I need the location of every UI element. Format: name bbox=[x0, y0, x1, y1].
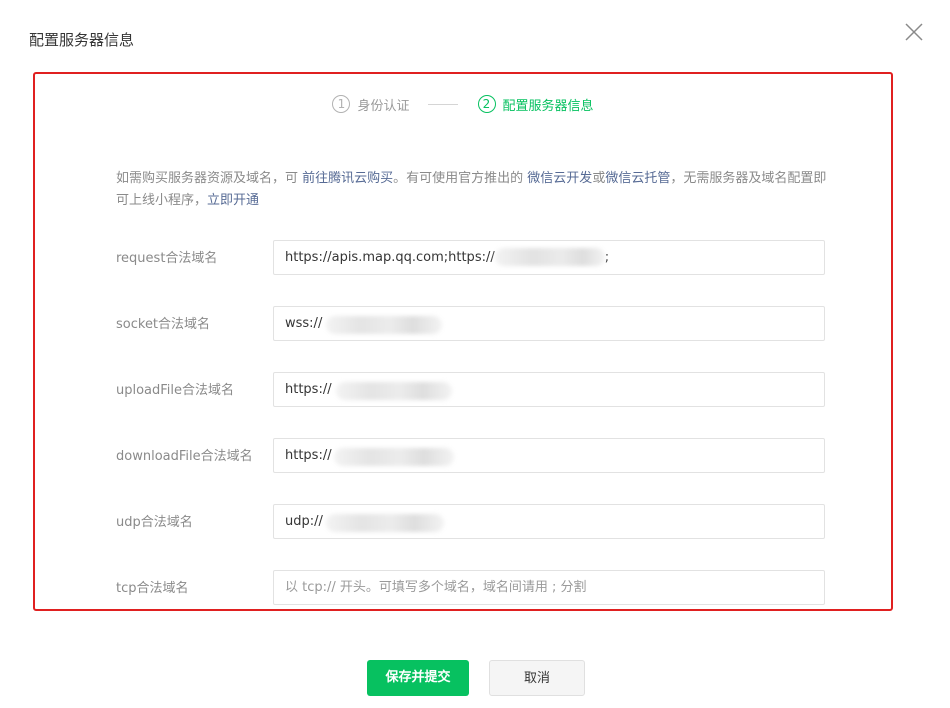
step-divider bbox=[427, 103, 458, 105]
step-indicator: 1 身份认证 2 配置服务器信息 bbox=[35, 92, 891, 116]
field-label: tcp合法域名 bbox=[116, 581, 189, 596]
field-label: downloadFile合法域名 bbox=[116, 449, 253, 464]
field-value: https://apis.map.qq.com;https://; bbox=[285, 241, 609, 274]
field-value: wss:// bbox=[285, 316, 323, 331]
field-label: request合法域名 bbox=[116, 251, 218, 266]
cancel-button[interactable]: 取消 bbox=[489, 660, 585, 696]
step-label: 身份认证 bbox=[357, 98, 410, 114]
intro-text: 如需购买服务器资源及域名，可 前往腾讯云购买。有可使用官方推出的 微信云开发或微… bbox=[116, 168, 836, 212]
field-value: https:// bbox=[285, 382, 332, 397]
uploadfile-domain-input[interactable]: https:// bbox=[273, 372, 825, 407]
field-value-suffix: ; bbox=[604, 250, 610, 265]
intro-text-part: 如需购买服务器资源及域名，可 bbox=[116, 171, 303, 186]
step-number: 1 bbox=[332, 95, 351, 113]
dialog-title: 配置服务器信息 bbox=[29, 31, 135, 49]
save-submit-button[interactable]: 保存并提交 bbox=[367, 660, 469, 696]
step-identity: 1 身份认证 bbox=[332, 95, 410, 114]
field-placeholder: 以 tcp:// 开头。可填写多个域名，域名间请用 ; 分割 bbox=[285, 580, 587, 595]
udp-domain-input[interactable]: udp:// bbox=[273, 504, 825, 539]
tcp-domain-row: tcp合法域名 以 tcp:// 开头。可填写多个域名，域名间请用 ; 分割 bbox=[35, 570, 891, 606]
downloadfile-domain-input[interactable]: https:// bbox=[273, 438, 825, 473]
udp-domain-row: udp合法域名 udp:// bbox=[35, 504, 891, 540]
field-label: uploadFile合法域名 bbox=[116, 383, 235, 398]
highlight-frame: 1 身份认证 2 配置服务器信息 如需购买服务器资源及域名，可 前往腾讯云购买。… bbox=[33, 72, 893, 611]
request-domain-row: request合法域名 https://apis.map.qq.com;http… bbox=[35, 240, 891, 276]
socket-domain-input[interactable]: wss:// bbox=[273, 306, 825, 341]
cloud-hosting-link[interactable]: 微信云托管 bbox=[605, 171, 670, 186]
redacted-text bbox=[334, 448, 454, 466]
uploadfile-domain-row: uploadFile合法域名 https:// bbox=[35, 372, 891, 408]
redacted-text bbox=[326, 514, 444, 532]
field-value: udp:// bbox=[285, 514, 323, 529]
cloud-dev-link[interactable]: 微信云开发 bbox=[527, 171, 592, 186]
socket-domain-row: socket合法域名 wss:// bbox=[35, 306, 891, 342]
redacted-text bbox=[326, 316, 442, 334]
activate-now-link[interactable]: 立即开通 bbox=[207, 193, 259, 208]
tencent-cloud-buy-link[interactable]: 前往腾讯云购买 bbox=[302, 171, 393, 186]
intro-text-part: 。有可使用官方推出的 bbox=[393, 171, 528, 186]
field-label: socket合法域名 bbox=[116, 317, 211, 332]
field-label: udp合法域名 bbox=[116, 515, 193, 530]
step-label: 配置服务器信息 bbox=[502, 98, 594, 114]
tcp-domain-input[interactable]: 以 tcp:// 开头。可填写多个域名，域名间请用 ; 分割 bbox=[273, 570, 825, 605]
redacted-text bbox=[336, 382, 452, 400]
step-server-config: 2 配置服务器信息 bbox=[477, 95, 594, 114]
close-icon[interactable] bbox=[902, 20, 926, 44]
request-domain-input[interactable]: https://apis.map.qq.com;https://; bbox=[273, 240, 825, 275]
downloadfile-domain-row: downloadFile合法域名 https:// bbox=[35, 438, 891, 474]
field-value-text: https://apis.map.qq.com;https:// bbox=[285, 250, 495, 265]
field-value: https:// bbox=[285, 448, 332, 463]
redacted-text bbox=[494, 247, 605, 266]
intro-text-part: 或 bbox=[592, 171, 606, 186]
step-number: 2 bbox=[477, 95, 496, 113]
